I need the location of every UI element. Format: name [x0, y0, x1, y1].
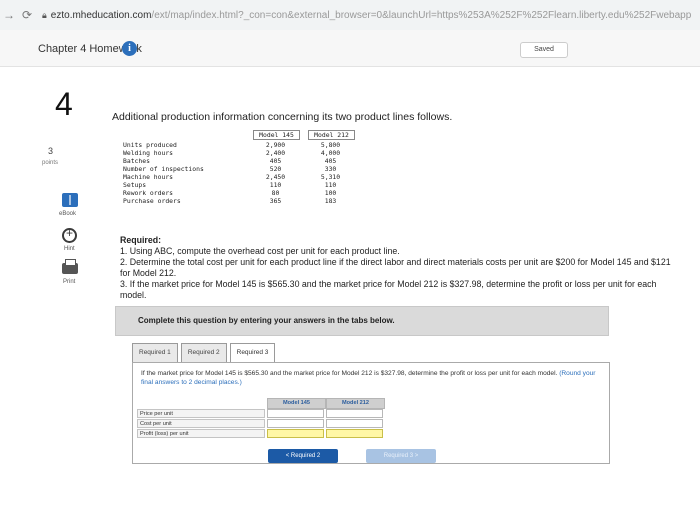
- table-cell: 2,450: [265, 173, 286, 181]
- table-cell: 4,000: [320, 149, 341, 157]
- points-value: 3: [48, 146, 54, 156]
- instruction-text: Complete this question by entering your …: [138, 316, 395, 325]
- browser-toolbar: → ⟳ 🔒︎ ezto.mheducation.com/ext/map/inde…: [0, 0, 700, 31]
- profit-per-unit-model-212-input[interactable]: [326, 429, 383, 438]
- table-cell: 520: [269, 165, 282, 173]
- url-host: ezto.mheducation.com: [50, 9, 152, 21]
- required-tabs: Required 1 Required 2 Required 3: [132, 343, 278, 363]
- row-label: Batches: [123, 157, 150, 165]
- url-path: /ext/map/index.html?_con=con&external_br…: [151, 9, 691, 21]
- row-label: Machine hours: [123, 173, 174, 181]
- row-label: Setups: [123, 181, 147, 189]
- lock-icon: 🔒︎: [42, 9, 47, 20]
- reload-icon[interactable]: ⟳: [18, 8, 36, 22]
- row-label: Purchase orders: [123, 197, 181, 205]
- saved-status-badge: Saved: [520, 42, 568, 58]
- table-cell: 2,900: [265, 141, 286, 149]
- tab-required-1[interactable]: Required 1: [132, 343, 178, 363]
- table-cell: 80: [271, 189, 280, 197]
- print-label[interactable]: Print: [63, 279, 75, 285]
- column-header-model-212: Model 212: [308, 130, 355, 140]
- table-cell: 110: [269, 181, 282, 189]
- cost-per-unit-model-145-input[interactable]: [267, 419, 324, 428]
- table-cell: 110: [324, 181, 337, 189]
- column-header-model-145: Model 145: [253, 130, 300, 140]
- answer-row-label: Profit (loss) per unit: [137, 429, 265, 438]
- table-cell: 5,800: [320, 141, 341, 149]
- panel-prompt: If the market price for Model 145 is $56…: [141, 370, 601, 387]
- table-cell: 365: [269, 197, 282, 205]
- cost-per-unit-model-212-input[interactable]: [326, 419, 383, 428]
- tab-required-2[interactable]: Required 2: [180, 343, 227, 363]
- required-item-1: 1. Using ABC, compute the overhead cost …: [120, 246, 400, 256]
- print-icon[interactable]: [62, 259, 78, 274]
- question-number: 4: [55, 86, 73, 122]
- table-cell: 2,400: [265, 149, 286, 157]
- price-per-unit-model-145-input[interactable]: [267, 409, 324, 418]
- ebook-icon[interactable]: [62, 193, 78, 207]
- table-cell: 183: [324, 197, 337, 205]
- ebook-label[interactable]: eBook: [59, 211, 76, 217]
- question-intro: Additional production information concer…: [112, 111, 453, 123]
- table-cell: 405: [269, 157, 282, 165]
- required-instructions: Required: 1. Using ABC, compute the over…: [120, 235, 680, 301]
- previous-required-button[interactable]: < Required 2: [268, 449, 338, 463]
- table-cell: 5,310: [320, 173, 341, 181]
- panel-prompt-text: If the market price for Model 145 is $56…: [141, 370, 558, 377]
- table-cell: 405: [324, 157, 337, 165]
- tab-required-3[interactable]: Required 3: [229, 343, 276, 363]
- answer-column-model-145: Model 145: [267, 398, 326, 409]
- price-per-unit-model-212-input[interactable]: [326, 409, 383, 418]
- profit-per-unit-model-145-input[interactable]: [267, 429, 324, 438]
- row-label: Units produced: [123, 141, 177, 149]
- table-cell: 330: [324, 165, 337, 173]
- arrow-right-icon[interactable]: →: [0, 8, 18, 22]
- address-bar[interactable]: ezto.mheducation.com/ext/map/index.html?…: [51, 10, 691, 21]
- hint-label[interactable]: Hint: [64, 246, 75, 252]
- row-label: Rework orders: [123, 189, 174, 197]
- required-item-2: 2. Determine the total cost per unit for…: [120, 257, 671, 278]
- row-label: Welding hours: [123, 149, 174, 157]
- required-item-3: 3. If the market price for Model 145 is …: [120, 279, 657, 300]
- info-icon[interactable]: i: [122, 41, 137, 56]
- table-cell: 100: [324, 189, 337, 197]
- next-required-button[interactable]: Required 3 >: [366, 449, 436, 463]
- points-label: points: [42, 160, 59, 166]
- answer-row-label: Price per unit: [137, 409, 265, 418]
- required-heading: Required:: [120, 235, 162, 245]
- hint-icon[interactable]: [62, 226, 77, 243]
- row-label: Number of inspections: [123, 165, 204, 173]
- assignment-header: Chapter 4 Homework i Saved: [0, 30, 700, 67]
- answer-row-label: Cost per unit: [137, 419, 265, 428]
- instruction-bar: Complete this question by entering your …: [115, 306, 609, 336]
- answer-column-model-212: Model 212: [326, 398, 385, 409]
